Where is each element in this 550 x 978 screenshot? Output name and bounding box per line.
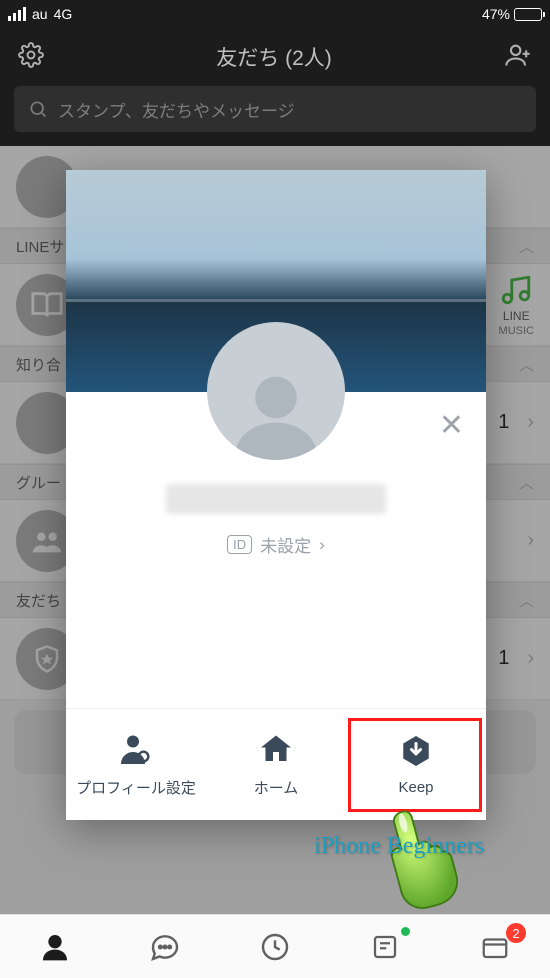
search-icon [28, 99, 48, 119]
home-label: ホーム [254, 777, 299, 798]
battery-icon [514, 8, 542, 21]
carrier-label: au [32, 6, 48, 22]
nav-bar: 友だち (2人) [0, 28, 550, 86]
notification-badge: 2 [506, 923, 526, 943]
clock-icon [259, 931, 291, 963]
chat-icon [149, 931, 181, 963]
profile-settings-button[interactable]: プロフィール設定 [66, 709, 206, 820]
tab-news[interactable] [330, 915, 440, 978]
profile-avatar[interactable] [207, 322, 345, 460]
chevron-right-icon: › [319, 535, 325, 555]
profile-settings-label: プロフィール設定 [76, 777, 196, 798]
battery-percent: 47% [482, 6, 510, 22]
status-bar: au 4G 47% [0, 0, 550, 28]
notification-dot [401, 927, 410, 936]
settings-icon[interactable] [18, 42, 44, 73]
network-label: 4G [54, 6, 73, 22]
tab-timeline[interactable] [220, 915, 330, 978]
page-title: 友だち (2人) [44, 42, 504, 72]
search-bar-container: スタンプ、友だちやメッセージ [0, 86, 550, 146]
keep-icon [398, 733, 434, 773]
profile-settings-icon [118, 731, 154, 771]
person-icon [39, 931, 71, 963]
tab-friends[interactable] [0, 915, 110, 978]
keep-label: Keep [398, 779, 433, 796]
profile-modal: ✕ ID 未設定 › プロフィール設定 ホーム Keep [66, 170, 486, 820]
profile-name [166, 484, 386, 514]
id-status: 未設定 [260, 532, 311, 557]
news-icon [370, 932, 400, 962]
home-button[interactable]: ホーム [206, 709, 346, 820]
id-badge: ID [227, 535, 252, 554]
search-placeholder: スタンプ、友だちやメッセージ [58, 97, 295, 122]
tab-chats[interactable] [110, 915, 220, 978]
search-input[interactable]: スタンプ、友だちやメッセージ [14, 86, 536, 132]
close-icon[interactable]: ✕ [439, 408, 464, 443]
tab-wallet[interactable]: 2 [440, 915, 550, 978]
id-setting-row[interactable]: ID 未設定 › [66, 532, 486, 557]
signal-icon [8, 7, 26, 21]
keep-button[interactable]: Keep [346, 709, 486, 820]
tab-bar: 2 [0, 914, 550, 978]
home-icon [258, 731, 294, 771]
add-friend-icon[interactable] [504, 41, 532, 74]
